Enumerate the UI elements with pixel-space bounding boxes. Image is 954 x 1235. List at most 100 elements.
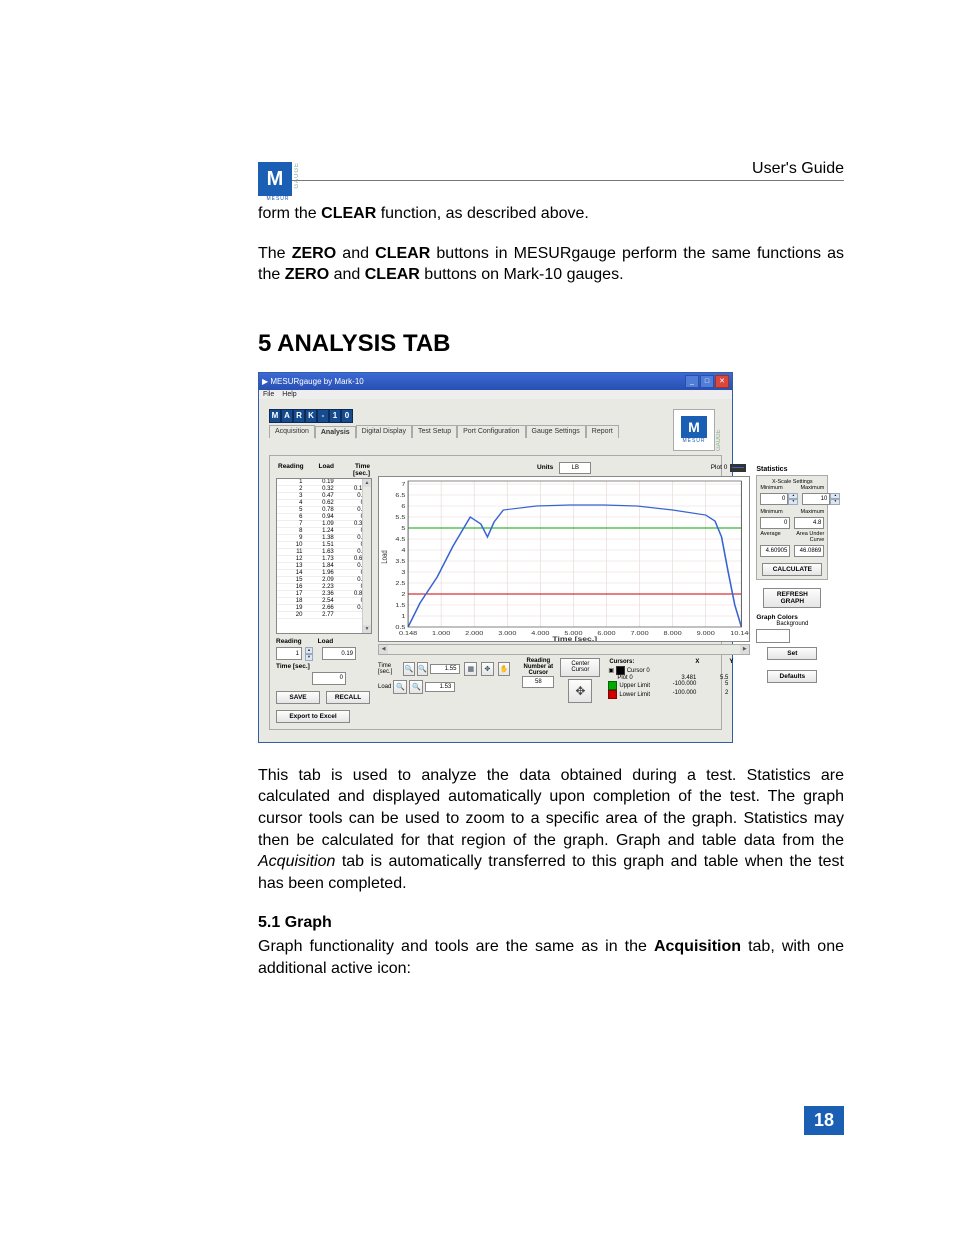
tool-load-label: Load [378, 684, 391, 690]
svg-text:7.000: 7.000 [630, 631, 649, 637]
tab-port-configuration[interactable]: Port Configuration [457, 425, 525, 438]
tab-digital-display[interactable]: Digital Display [356, 425, 412, 438]
tab-gauge-settings[interactable]: Gauge Settings [526, 425, 586, 438]
cursors-table[interactable]: Cursors: X Y ▣ Cursor 0Plot 03.4815.5Upp… [606, 658, 750, 699]
table-row[interactable]: 121.730.601 [277, 556, 371, 563]
tool-time-value[interactable]: 1.55 [430, 664, 460, 674]
titlebar[interactable]: ▶ MESURgauge by Mark-10 _ □ ✕ [259, 373, 732, 390]
scroll-right-icon[interactable]: ▶ [740, 645, 749, 654]
table-row[interactable]: 152.090.75 [277, 577, 371, 584]
svg-text:1.5: 1.5 [395, 603, 406, 609]
tab-bar: Acquisition Analysis Digital Display Tes… [269, 425, 619, 438]
table-row[interactable]: 141.960.7 [277, 570, 371, 577]
scroll-down-icon[interactable]: ▼ [363, 625, 371, 633]
header-logo: M MESUR GAUGE [258, 162, 298, 202]
table-row[interactable]: 81.240.4 [277, 528, 371, 535]
chart-h-scrollbar[interactable]: ◀ ▶ [378, 644, 750, 655]
logo-sub: MESUR [258, 196, 298, 202]
reading-field[interactable]: 1 [276, 647, 302, 660]
zoom-x-icon[interactable]: 🔍 [403, 662, 415, 676]
cursor-icon[interactable]: ✥ [481, 662, 494, 676]
data-table[interactable]: ▲ ▼ 10.19020.320.13130.470.1540.620.250.… [276, 478, 372, 634]
grid-icon[interactable]: ▦ [464, 662, 477, 676]
table-row[interactable]: 71.090.351 [277, 521, 371, 528]
stat-minimum: 0 [760, 517, 790, 529]
menubar: File Help [259, 390, 732, 399]
plot-legend[interactable]: Plot 0 [711, 464, 747, 472]
table-row[interactable]: 162.230.8 [277, 584, 371, 591]
svg-text:7: 7 [401, 482, 406, 488]
table-scrollbar[interactable]: ▲ ▼ [362, 479, 371, 633]
hand-icon[interactable]: ✋ [498, 662, 511, 676]
xscale-max-stepper[interactable]: ▲▼ [830, 493, 840, 505]
scroll-left-icon[interactable]: ◀ [379, 645, 388, 654]
svg-text:4.5: 4.5 [395, 537, 406, 543]
defaults-button[interactable]: Defaults [767, 670, 817, 683]
xscale-min-stepper[interactable]: ▲▼ [788, 493, 798, 505]
cursor-row[interactable]: Lower Limit-100.0002 [606, 690, 750, 699]
table-row[interactable]: 131.840.65 [277, 563, 371, 570]
minimize-button[interactable]: _ [685, 375, 699, 388]
x-axis-label: Time [sec.] [552, 635, 597, 641]
svg-text:3: 3 [401, 570, 406, 576]
set-button[interactable]: Set [767, 647, 817, 660]
y-axis-label: Load [381, 550, 389, 563]
maximize-button[interactable]: □ [700, 375, 714, 388]
table-row[interactable]: 40.620.2 [277, 500, 371, 507]
tab-analysis[interactable]: Analysis [315, 426, 356, 439]
svg-text:3.5: 3.5 [395, 559, 406, 565]
table-row[interactable]: 30.470.15 [277, 493, 371, 500]
xscale-min-field[interactable]: 0 [760, 493, 788, 505]
table-row[interactable]: 111.630.55 [277, 549, 371, 556]
chart[interactable]: 0.51 1.52 2.53 3.54 4.55 5.56 6.57 [378, 476, 750, 642]
svg-text:6.000: 6.000 [597, 631, 616, 637]
move-cursor-icon[interactable]: ✥ [568, 679, 592, 703]
zoom-x2-icon[interactable]: 🔍 [393, 680, 407, 694]
table-row[interactable]: 182.540.9 [277, 598, 371, 605]
zoom-y2-icon[interactable]: 🔍 [409, 680, 423, 694]
refresh-graph-button[interactable]: REFRESH GRAPH [763, 588, 821, 608]
export-excel-button[interactable]: Export to Excel [276, 710, 350, 723]
cursor-row[interactable]: Upper Limit-100.0005 [606, 681, 750, 690]
menu-file[interactable]: File [263, 391, 274, 398]
svg-text:8.000: 8.000 [664, 631, 683, 637]
load-field: 0.19 [322, 647, 356, 660]
table-header: Reading Load Time [sec.] [276, 462, 372, 478]
svg-text:1: 1 [401, 614, 406, 620]
statistics-title: Statistics [756, 466, 828, 473]
zoom-y-icon[interactable]: 🔍 [417, 662, 429, 676]
table-row[interactable]: 172.360.851 [277, 591, 371, 598]
table-row[interactable]: 50.780.25 [277, 507, 371, 514]
logo-side: GAUGE [294, 162, 300, 189]
svg-text:0.148: 0.148 [399, 631, 418, 637]
paragraph-2: The ZERO and CLEAR buttons in MESURgauge… [258, 243, 844, 286]
svg-text:9.000: 9.000 [697, 631, 716, 637]
table-row[interactable]: 91.380.45 [277, 535, 371, 542]
save-button[interactable]: SAVE [276, 691, 320, 704]
center-cursor-button[interactable]: Center Cursor [560, 658, 600, 677]
paragraph-4: Graph functionality and tools are the sa… [258, 936, 844, 979]
table-row[interactable]: 20.320.131 [277, 486, 371, 493]
background-color-well[interactable] [756, 629, 790, 643]
tab-report[interactable]: Report [586, 425, 619, 438]
close-button[interactable]: ✕ [715, 375, 729, 388]
xscale-max-field[interactable]: 10 [802, 493, 830, 505]
scroll-up-icon[interactable]: ▲ [363, 479, 371, 487]
tab-test-setup[interactable]: Test Setup [412, 425, 457, 438]
table-row[interactable]: 101.510.5 [277, 542, 371, 549]
table-row[interactable]: 60.940.3 [277, 514, 371, 521]
menu-help[interactable]: Help [282, 391, 296, 398]
plot-swatch-icon [730, 464, 746, 472]
table-row[interactable]: 202.771 [277, 612, 371, 619]
svg-text:4.000: 4.000 [531, 631, 550, 637]
cursor-row[interactable]: ▣ Cursor 0 [606, 666, 750, 675]
reading-stepper[interactable]: ▲▼ [305, 647, 313, 661]
svg-text:10.140: 10.140 [730, 631, 749, 637]
recall-button[interactable]: RECALL [326, 691, 370, 704]
table-row[interactable]: 192.660.95 [277, 605, 371, 612]
tab-acquisition[interactable]: Acquisition [269, 425, 315, 438]
calculate-button[interactable]: CALCULATE [762, 563, 822, 576]
header-rule: User's Guide [258, 160, 844, 181]
tool-load-value[interactable]: 1.53 [425, 682, 455, 692]
table-row[interactable]: 10.190 [277, 479, 371, 486]
